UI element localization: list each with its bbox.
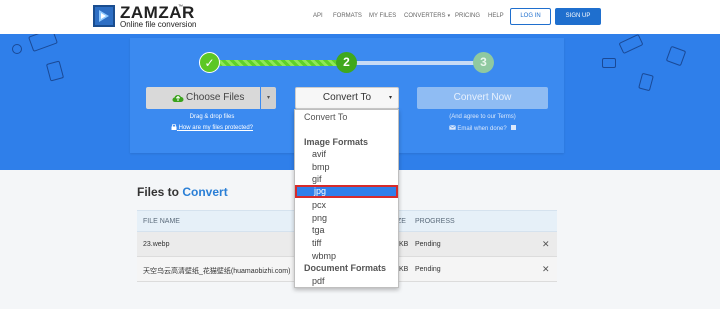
dropdown-group-image: Image Formats xyxy=(304,137,369,147)
convert-to-label: Convert To xyxy=(322,92,372,103)
file-progress-cell: Pending xyxy=(415,241,441,248)
column-progress: PROGRESS xyxy=(415,218,455,225)
nav-api[interactable]: API xyxy=(313,13,323,19)
convert-to-select[interactable]: Convert To ▾ xyxy=(295,87,399,109)
chevron-down-icon: ▾ xyxy=(447,13,451,19)
progress-track-complete xyxy=(210,60,347,66)
choose-files-dropdown-toggle[interactable]: ▾ xyxy=(261,87,276,109)
email-when-done[interactable]: Email when done? xyxy=(417,125,548,132)
remove-file-icon[interactable]: ✕ xyxy=(542,239,550,250)
nav-formats[interactable]: FORMATS xyxy=(333,13,362,19)
dropdown-option-placeholder[interactable]: Convert To xyxy=(295,111,398,123)
files-title-accent: Convert xyxy=(182,185,228,199)
doodle-circle-icon xyxy=(12,44,22,54)
doodle-arrows-icon xyxy=(618,34,644,55)
nav-my-files[interactable]: MY FILES xyxy=(369,13,396,19)
file-name-cell: 天空乌云高清壁纸_花猫壁纸(huamaobizhi.com) xyxy=(143,268,291,275)
convert-now-button[interactable]: Convert Now xyxy=(417,87,548,109)
nav-help[interactable]: HELP xyxy=(488,13,504,19)
signup-button[interactable]: SIGN UP xyxy=(555,8,601,25)
dropdown-option-pdf[interactable]: pdf xyxy=(295,275,398,287)
file-size-cell: KB xyxy=(399,241,409,248)
zamzar-logo-icon[interactable] xyxy=(93,5,115,27)
cloud-upload-icon xyxy=(172,95,184,103)
remove-file-icon[interactable]: ✕ xyxy=(542,264,550,275)
files-title-plain: Files to xyxy=(137,185,180,199)
envelope-icon xyxy=(448,125,456,130)
nav-converters-label: CONVERTERS xyxy=(404,13,446,19)
email-when-done-label: Email when done? xyxy=(457,126,507,132)
brand-trademark: ™ xyxy=(178,4,183,10)
nav-pricing[interactable]: PRICING xyxy=(455,13,480,19)
doodle-cursor-icon xyxy=(665,45,687,67)
drag-drop-hint: Drag & drop files xyxy=(189,114,235,120)
doodle-doc-icon xyxy=(45,60,65,82)
dropdown-option-jpg[interactable]: jpg xyxy=(295,185,398,198)
step-1-complete: ✓ xyxy=(199,52,220,73)
file-size-cell: KB xyxy=(399,266,409,273)
file-name-cell: 23.webp xyxy=(143,241,170,248)
step-3-pending: 3 xyxy=(473,52,494,73)
dropdown-option-bmp[interactable]: bmp xyxy=(295,161,398,173)
progress-track-remaining xyxy=(347,61,483,65)
format-dropdown-menu: Convert To Image Formats avif bmp gif jp… xyxy=(294,109,399,288)
files-protected-label: How are my files protected? xyxy=(178,125,254,131)
choose-files-button[interactable]: Choose Files xyxy=(146,87,260,109)
chevron-down-icon: ▾ xyxy=(388,95,392,101)
dropdown-group-document: Document Formats xyxy=(304,263,387,273)
lock-icon xyxy=(171,123,177,130)
brand-tagline: Online file conversion xyxy=(120,20,197,29)
choose-files-label: Choose Files xyxy=(186,92,245,103)
files-to-convert-heading: Files to Convert xyxy=(137,185,228,199)
top-header: ZAMZAR ™ Online file conversion API FORM… xyxy=(0,0,720,34)
dropdown-option-wbmp[interactable]: wbmp xyxy=(295,250,398,262)
checkbox-icon[interactable] xyxy=(511,125,517,130)
dropdown-option-gif[interactable]: gif xyxy=(295,173,398,185)
doodle-box-icon xyxy=(602,58,616,68)
column-file-name: FILE NAME xyxy=(143,218,180,225)
step-2-current: 2 xyxy=(336,52,357,73)
dropdown-option-avif[interactable]: avif xyxy=(295,148,398,160)
doodle-file-icon xyxy=(28,34,58,52)
nav-converters[interactable]: CONVERTERS ▾ xyxy=(404,13,450,19)
doodle-page-icon xyxy=(638,72,654,92)
terms-agreement-text: (And agree to our Terms) xyxy=(449,114,516,120)
files-protected-link[interactable]: How are my files protected? xyxy=(148,123,276,131)
dropdown-option-png[interactable]: png xyxy=(295,212,398,224)
file-progress-cell: Pending xyxy=(415,266,441,273)
dropdown-option-pcx[interactable]: pcx xyxy=(295,199,398,211)
login-button[interactable]: LOG IN xyxy=(510,8,551,25)
dropdown-option-tga[interactable]: tga xyxy=(295,224,398,236)
dropdown-option-tiff[interactable]: tiff xyxy=(295,237,398,249)
